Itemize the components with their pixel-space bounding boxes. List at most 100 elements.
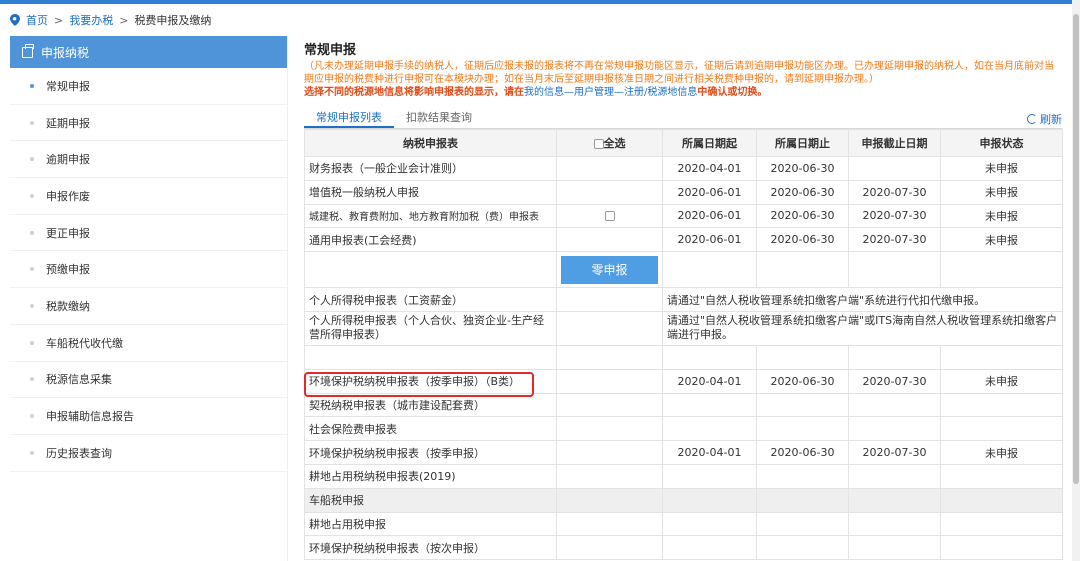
scrollbar-thumb[interactable]: [1073, 14, 1079, 484]
page-title: 常规申报: [304, 43, 357, 58]
table-row[interactable]: 增值税一般纳税人申报 2020-06-01 2020-06-30 2020-07…: [304, 179, 1063, 205]
sidebar-item-correct-filing[interactable]: 更正申报: [10, 215, 287, 252]
bullet-icon: [30, 157, 34, 162]
cell-start: 2020-06-01: [662, 179, 757, 205]
pit-note: 请通过"自然人税收管理系统扣缴客户端"系统进行代扣代缴申报。: [662, 287, 1063, 312]
sidebar-item-tax-payment[interactable]: 税款缴纳: [10, 288, 287, 325]
sidebar-item-label: 申报辅助信息报告: [46, 410, 134, 424]
table-row[interactable]: 环境保护税纳税申报表（按次申报）: [304, 535, 1063, 561]
refresh-icon: [1027, 114, 1037, 124]
sidebar: 申报纳税 常规申报 延期申报 逾期申报 申报作废 更正申报 预缴申报 税款缴纳 …: [10, 36, 288, 561]
sidebar-item-label: 延期申报: [46, 116, 90, 130]
form-name-link[interactable]: 环境保护税纳税申报表（按季申报）: [304, 440, 557, 465]
main-content: 常规申报 （凡未办理延期申报手续的纳税人，征期后应报未报的报表将不再在常规申报功…: [304, 36, 1063, 561]
sidebar-item-regular-filing[interactable]: 常规申报: [10, 68, 287, 105]
source-notice-text: 中确认或切换。: [697, 87, 768, 98]
page-scrollbar[interactable]: [1072, 0, 1080, 561]
sidebar-item-tax-source[interactable]: 税源信息采集: [10, 362, 287, 399]
form-name-link[interactable]: 通用申报表(工会经费): [304, 227, 557, 253]
table-row[interactable]: 环境保护税纳税申报表（按季申报）（B类） 2020-04-01 2020-06-…: [304, 368, 1063, 394]
cell-end: 2020-06-30: [756, 179, 849, 205]
form-name-link[interactable]: 契税纳税申报表（城市建设配套费）: [304, 392, 557, 418]
location-pin-icon: [10, 14, 20, 26]
cell-status: 未申报: [940, 368, 1063, 394]
cell-deadline: 2020-07-30: [848, 368, 941, 394]
cell-end: 2020-06-30: [756, 203, 849, 229]
cell-status: 未申报: [940, 227, 1063, 253]
table-row[interactable]: 财务报表（一般企业会计准则） 2020-04-01 2020-06-30 未申报: [304, 156, 1063, 181]
table-row[interactable]: 城建税、教育费附加、地方教育附加税（费）申报表 2020-06-01 2020-…: [304, 203, 1063, 229]
sidebar-item-label: 税源信息采集: [46, 373, 112, 387]
bullet-icon: [30, 340, 34, 345]
cell-status: 未申报: [940, 440, 1063, 465]
select-cell: [556, 179, 663, 205]
refresh-button[interactable]: 刷新: [1027, 111, 1062, 127]
table-row[interactable]: 个人所得税申报表（工资薪金） 请通过"自然人税收管理系统扣缴客户端"系统进行代扣…: [304, 287, 1063, 312]
sidebar-item-label: 更正申报: [46, 226, 90, 240]
table-row[interactable]: 个人所得税申报表（个人合伙、独资企业-生产经营所得申报表） 请通过"自然人税收管…: [304, 310, 1063, 346]
sidebar-item-overdue-filing[interactable]: 逾期申报: [10, 141, 287, 179]
bullet-icon: [30, 83, 34, 88]
breadcrumb-home[interactable]: 首页: [26, 12, 48, 28]
form-name-link[interactable]: 增值税一般纳税人申报: [304, 179, 557, 205]
sidebar-header-label: 申报纳税: [41, 45, 90, 60]
form-name-link[interactable]: 个人所得税申报表（工资薪金）: [304, 287, 557, 312]
cell-end: 2020-06-30: [756, 440, 849, 465]
sidebar-item-label: 常规申报: [46, 79, 90, 93]
bullet-icon: [30, 414, 34, 419]
sidebar-menu: 常规申报 延期申报 逾期申报 申报作废 更正申报 预缴申报 税款缴纳 车船税代收…: [10, 68, 287, 472]
cell-start: 2020-04-01: [662, 368, 757, 394]
sidebar-item-vehicle-tax[interactable]: 车船税代收代缴: [10, 325, 287, 362]
cell-deadline: 2020-07-30: [848, 227, 941, 253]
zero-filing-button[interactable]: 零申报: [561, 256, 658, 285]
sidebar-item-label: 预缴申报: [46, 263, 90, 277]
sidebar-item-aux-report[interactable]: 申报辅助信息报告: [10, 398, 287, 435]
sidebar-item-void-filing[interactable]: 申报作废: [10, 178, 287, 215]
table-row[interactable]: 车船税申报: [304, 487, 1063, 513]
sidebar-header[interactable]: 申报纳税: [10, 36, 287, 68]
form-name-link[interactable]: 车船税申报: [304, 487, 557, 513]
form-name-link[interactable]: 耕地占用税申报: [304, 511, 557, 537]
form-name-link[interactable]: 个人所得税申报表（个人合伙、独资企业-生产经营所得申报表）: [304, 310, 557, 346]
bullet-icon: [30, 450, 34, 455]
select-all-checkbox[interactable]: [593, 139, 604, 149]
pit-note: 请通过"自然人税收管理系统扣缴客户端"或ITS海南自然人税收管理系统扣缴客户端进…: [662, 310, 1063, 346]
sidebar-item-history[interactable]: 历史报表查询: [10, 435, 287, 472]
tab-deduction-results[interactable]: 扣款结果查询: [394, 109, 484, 128]
form-name-link[interactable]: 环境保护税纳税申报表（按季申报）（B类）: [304, 368, 557, 394]
bullet-icon: [30, 230, 34, 235]
cell-start: 2020-06-01: [662, 203, 757, 229]
cell-start: 2020-04-01: [662, 156, 757, 181]
form-name-link[interactable]: 城建税、教育费附加、地方教育附加税（费）申报表: [304, 203, 557, 229]
table-row[interactable]: 环境保护税纳税申报表（按季申报） 2020-04-01 2020-06-30 2…: [304, 440, 1063, 465]
row-checkbox[interactable]: [604, 211, 615, 222]
cell-deadline: 2020-07-30: [848, 440, 941, 465]
table-row[interactable]: 通用申报表(工会经费) 2020-06-01 2020-06-30 2020-0…: [304, 227, 1063, 253]
breadcrumb-level2[interactable]: 我要办税: [69, 12, 113, 28]
form-name-link[interactable]: 耕地占用税纳税申报表(2019): [304, 463, 557, 489]
sidebar-item-label: 历史报表查询: [46, 446, 112, 460]
form-name-link[interactable]: 环境保护税纳税申报表（按次申报）: [304, 535, 557, 561]
sidebar-item-label: 申报作废: [46, 189, 90, 203]
col-header-select-all[interactable]: 全选: [556, 129, 663, 157]
sidebar-item-deferred-filing[interactable]: 延期申报: [10, 105, 287, 142]
cell-status: 未申报: [940, 156, 1063, 181]
table-row[interactable]: 契税纳税申报表（城市建设配套费）: [304, 392, 1063, 418]
user-management-link[interactable]: 我的信息—用户管理—注册/税源地信息: [524, 87, 697, 98]
sidebar-item-label: 逾期申报: [46, 153, 90, 167]
spacer-row: [304, 344, 1063, 370]
table-row[interactable]: 耕地占用税纳税申报表(2019): [304, 463, 1063, 489]
col-header-status: 申报状态: [940, 129, 1063, 157]
cell-end: 2020-06-30: [756, 227, 849, 253]
select-cell: [556, 227, 663, 253]
tab-regular-list[interactable]: 常规申报列表: [304, 109, 394, 128]
table-row[interactable]: 社会保险费申报表: [304, 416, 1063, 442]
table-row[interactable]: 耕地占用税申报: [304, 511, 1063, 537]
breadcrumb-current: 税费申报及缴纳: [134, 14, 212, 27]
form-name-link[interactable]: 财务报表（一般企业会计准则）: [304, 156, 557, 181]
select-all-label: 全选: [603, 137, 626, 150]
cell-end: 2020-06-30: [756, 368, 849, 394]
sidebar-item-prepay-filing[interactable]: 预缴申报: [10, 251, 287, 289]
form-name-link[interactable]: 社会保险费申报表: [304, 416, 557, 442]
breadcrumb-separator: >: [54, 13, 64, 27]
